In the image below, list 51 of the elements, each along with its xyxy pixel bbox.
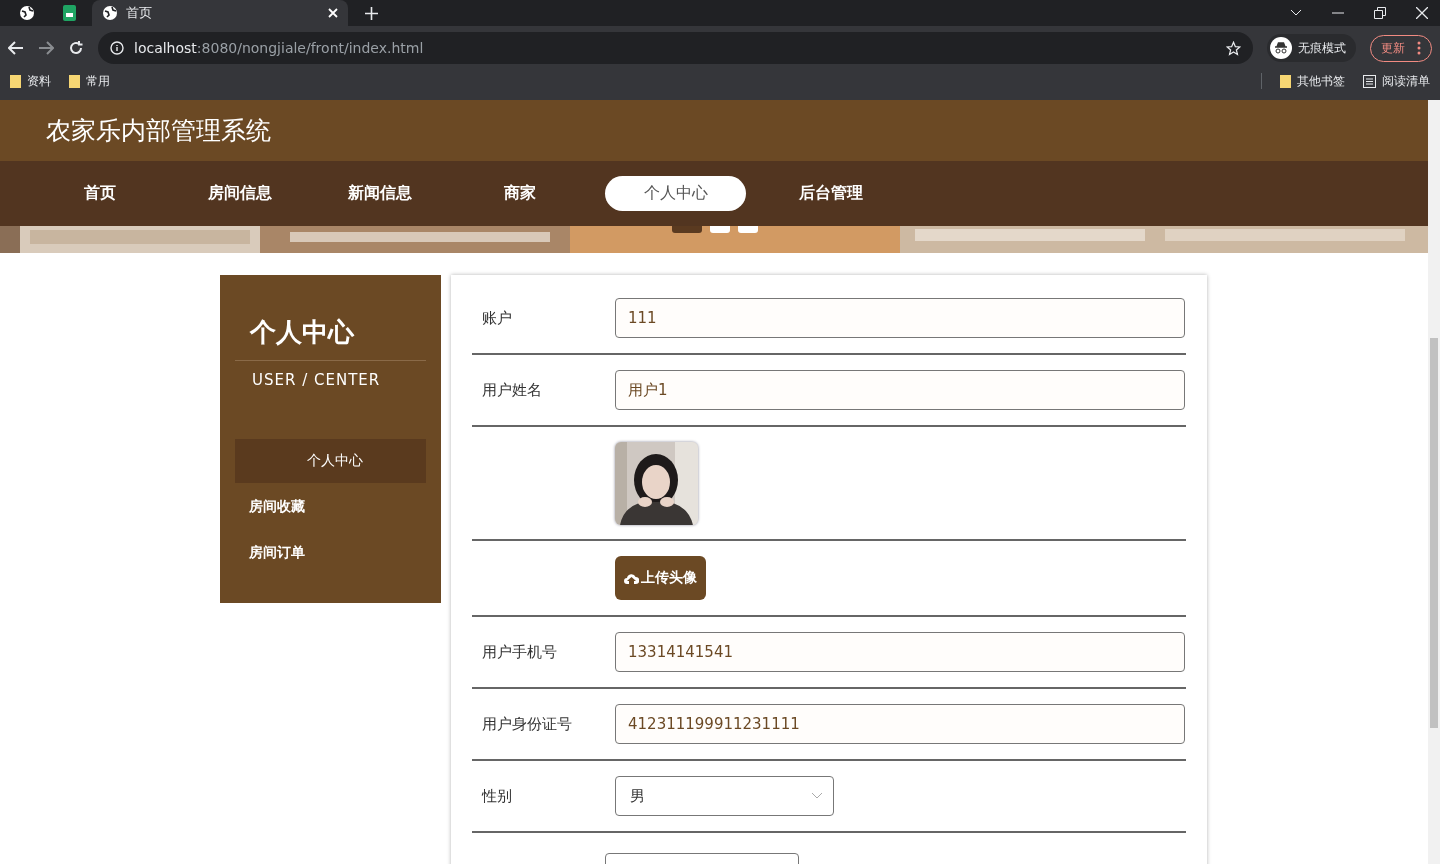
sheet-icon: [62, 5, 76, 21]
cloud-upload-icon: [624, 572, 639, 584]
folder-icon: [10, 74, 21, 88]
sidebar-subtitle: USER / CENTER: [251, 370, 382, 389]
site-title: 农家乐内部管理系统: [46, 115, 271, 147]
bookmark[interactable]: 资料: [10, 72, 51, 90]
globe-icon: [19, 5, 35, 21]
folder-icon: [1280, 74, 1291, 88]
field-label: 用户手机号: [481, 642, 558, 662]
field-label: 用户身份证号: [481, 714, 573, 734]
upload-button[interactable]: 上传头像: [615, 556, 706, 600]
forward-icon[interactable]: [38, 41, 54, 55]
globe-icon: [102, 5, 118, 21]
close-icon[interactable]: [1416, 7, 1428, 19]
star-icon[interactable]: [1226, 40, 1241, 56]
text-field[interactable]: 111: [615, 298, 1185, 338]
chevron-down-icon: [811, 792, 823, 800]
nav-tab[interactable]: 商家: [464, 176, 576, 211]
nav-tab[interactable]: 房间信息: [184, 176, 296, 211]
nav-tab[interactable]: 个人中心: [605, 176, 746, 211]
incognito-button[interactable]: 无痕模式: [1267, 34, 1356, 62]
incognito-icon: [1270, 37, 1292, 59]
scrollbar[interactable]: [1428, 100, 1440, 864]
sidebar-title: 个人中心: [235, 315, 426, 361]
folder-icon: [69, 74, 80, 88]
field-label: 账户: [481, 308, 513, 328]
plus-icon[interactable]: [364, 6, 378, 20]
address-bar[interactable]: localhost:8080/nongjiale/front/index.html: [98, 32, 1253, 64]
chevron-down-icon[interactable]: [1290, 9, 1302, 17]
text-field[interactable]: 用户1: [615, 370, 1185, 410]
sidebar-item[interactable]: 房间订单: [235, 531, 426, 575]
list-icon: [1363, 74, 1376, 88]
field-label: 用户姓名: [481, 380, 543, 400]
more-icon: [1417, 41, 1421, 55]
sidebar-item[interactable]: 个人中心: [235, 439, 426, 483]
back-icon[interactable]: [8, 41, 24, 55]
text-field[interactable]: 13314141541: [615, 632, 1185, 672]
bookmark[interactable]: 其他书签: [1280, 72, 1345, 90]
reload-icon[interactable]: [68, 40, 84, 56]
bookmark[interactable]: 阅读清单: [1363, 72, 1430, 90]
field-label: 性别: [480, 786, 513, 806]
text-field[interactable]: 412311199911231111: [615, 704, 1185, 744]
restore-icon[interactable]: [1374, 7, 1386, 19]
browser-tab[interactable]: 首页: [92, 0, 348, 26]
bookmark[interactable]: 常用: [69, 72, 110, 90]
nav-tab[interactable]: 首页: [44, 176, 156, 211]
nav-tab[interactable]: 新闻信息: [324, 176, 436, 211]
sidebar-item[interactable]: 房间收藏: [235, 485, 426, 529]
nav-tab[interactable]: 后台管理: [775, 176, 887, 211]
info-icon: [110, 41, 124, 55]
select-field[interactable]: 男: [615, 776, 834, 816]
